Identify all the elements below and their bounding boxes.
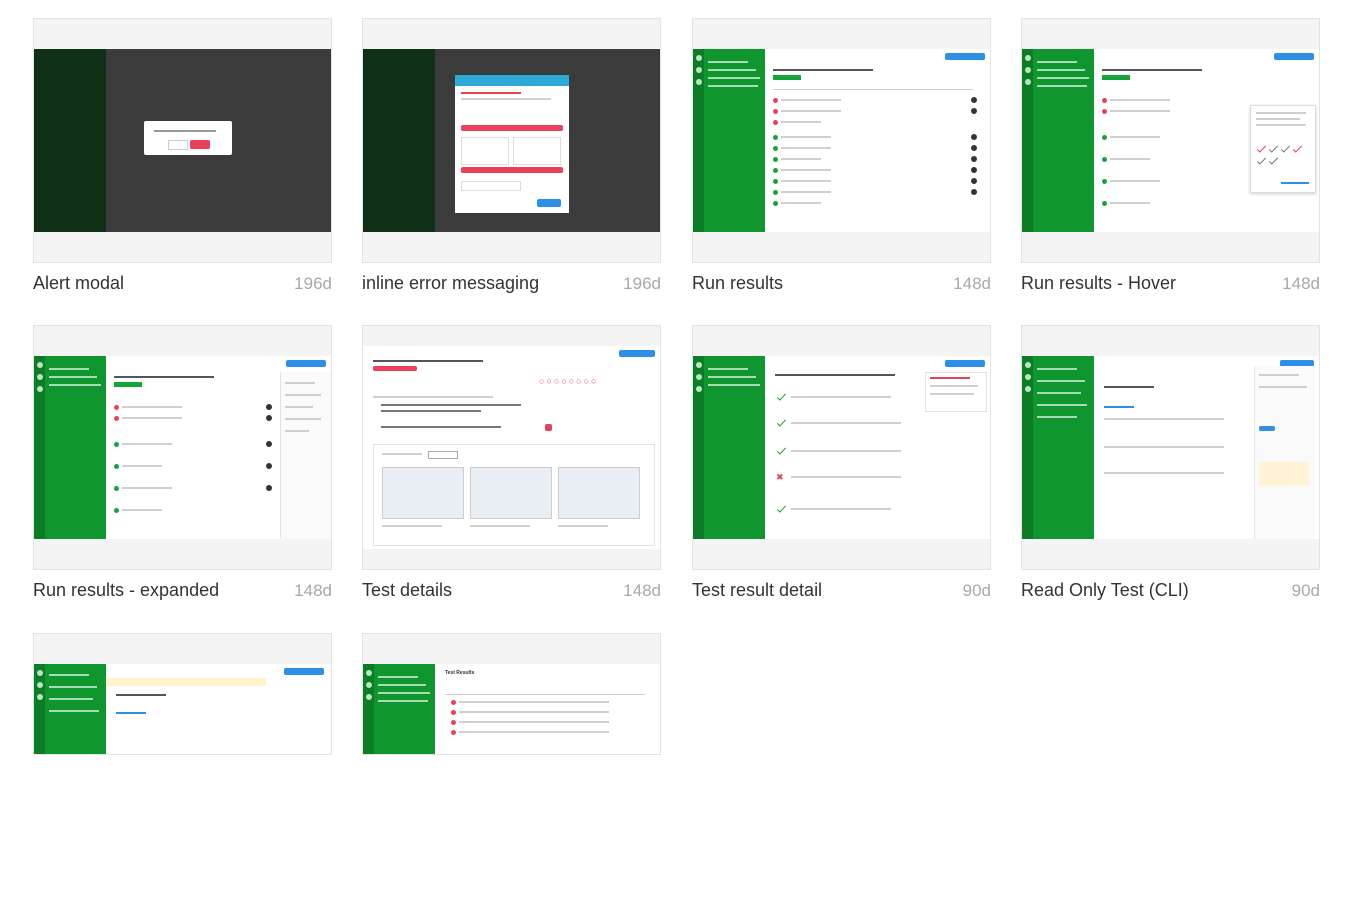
thumbnail[interactable]: ✖ [692, 325, 991, 570]
thumbnail[interactable] [33, 633, 332, 755]
thumbnail[interactable] [1021, 325, 1320, 570]
design-age: 90d [962, 581, 991, 600]
thumbnail[interactable] [692, 18, 991, 263]
test-results-heading: Test Results [445, 670, 475, 676]
design-title[interactable]: Alert modal [33, 273, 124, 294]
thumbnail[interactable] [33, 325, 332, 570]
design-age: 148d [1282, 274, 1320, 293]
thumbnail[interactable]: Test Results [362, 633, 661, 755]
design-title[interactable]: Read Only Test (CLI) [1021, 580, 1189, 601]
design-age: 148d [294, 581, 332, 600]
thumbnail[interactable]: ○○○○○○○○ [362, 325, 661, 570]
thumbnail[interactable] [33, 18, 332, 263]
design-title[interactable]: Run results [692, 273, 783, 294]
design-title[interactable]: Run results - expanded [33, 580, 219, 601]
design-title[interactable]: inline error messaging [362, 273, 539, 294]
design-age: 148d [953, 274, 991, 293]
design-age: 196d [294, 274, 332, 293]
design-title[interactable]: Test result detail [692, 580, 822, 601]
design-age: 90d [1291, 581, 1320, 600]
design-age: 196d [623, 274, 661, 293]
design-title[interactable]: Test details [362, 580, 452, 601]
thumbnail[interactable] [362, 18, 661, 263]
design-age: 148d [623, 581, 661, 600]
thumbnail[interactable] [1021, 18, 1320, 263]
design-title[interactable]: Run results - Hover [1021, 273, 1176, 294]
